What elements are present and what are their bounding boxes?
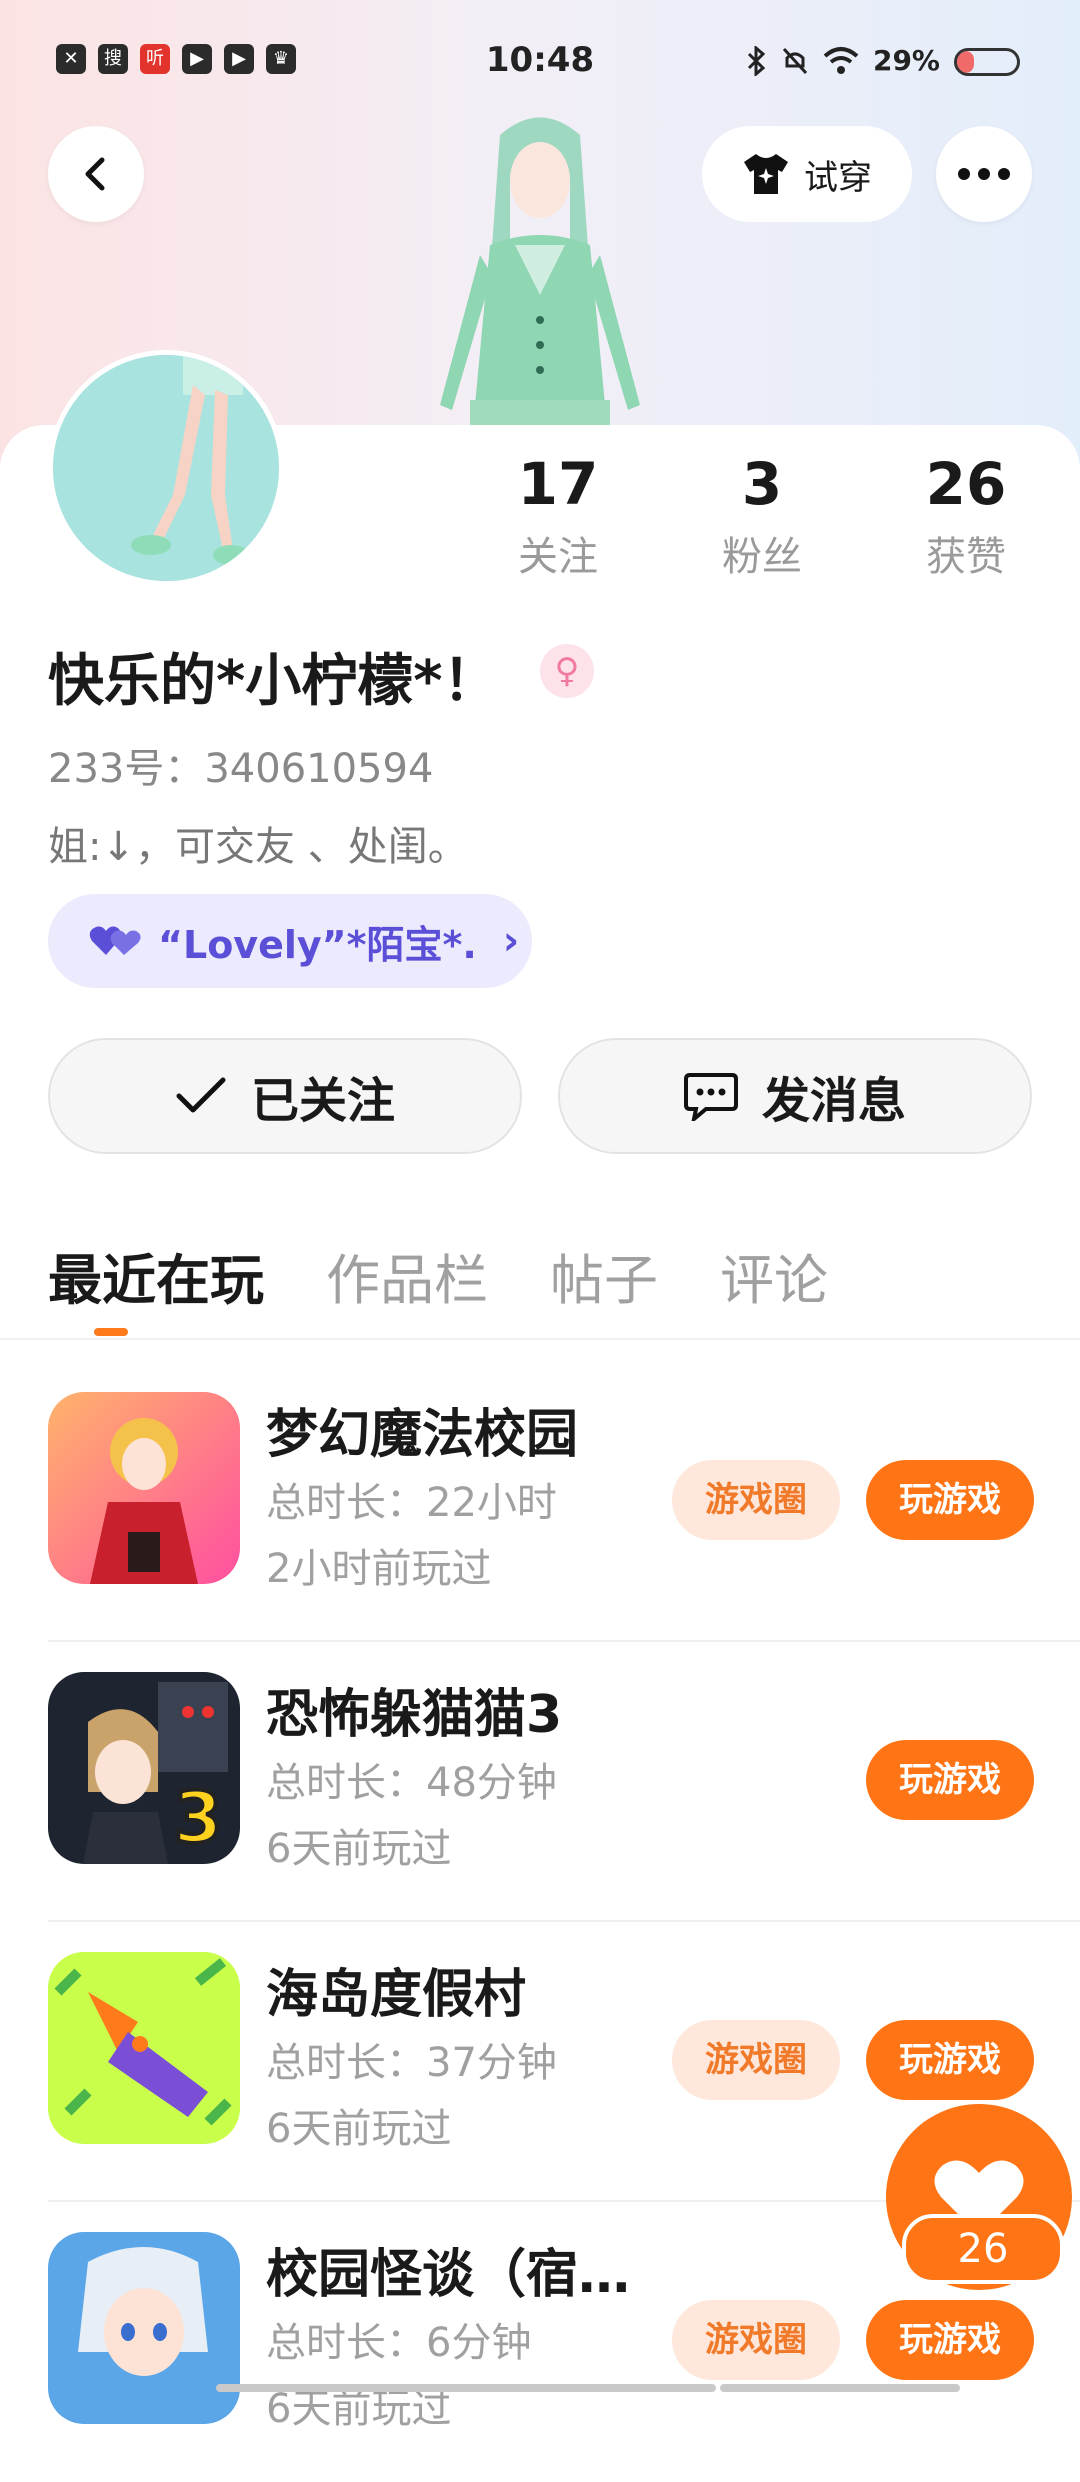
message-button[interactable]: 发消息 xyxy=(558,1038,1032,1154)
user-id: 233号：340610594 xyxy=(48,746,434,792)
try-on-label: 试穿 xyxy=(804,157,872,198)
following-button[interactable]: 已关注 xyxy=(48,1038,522,1154)
game-circle-button[interactable]: 游戏圈 xyxy=(672,2020,840,2100)
game-duration: 总时长：22小时 xyxy=(266,1480,557,1526)
game-icon xyxy=(48,1952,240,2144)
stat-following-label: 关注 xyxy=(518,534,598,580)
scroll-indicator xyxy=(216,2384,716,2392)
message-label: 发消息 xyxy=(761,1073,906,1129)
play-game-button[interactable]: 玩游戏 xyxy=(866,1460,1034,1540)
stat-following-count: 17 xyxy=(517,450,599,518)
battery-percent: 29% xyxy=(872,44,940,77)
tab-comments[interactable]: 评论 xyxy=(720,1236,828,1315)
more-button[interactable] xyxy=(936,126,1032,222)
chevron-left-icon xyxy=(85,157,105,191)
bio-text: 姐:↓，可交友 、处闺。 xyxy=(48,824,468,870)
play-game-button[interactable]: 玩游戏 xyxy=(866,2020,1034,2100)
game-icon: 3 xyxy=(48,1672,240,1864)
status-bar: ✕ 搜 听 ▶ ▶ ♛ 10:48 29% xyxy=(0,40,1080,84)
stat-likes[interactable]: 26 获赞 xyxy=(886,450,1046,582)
stat-followers[interactable]: 3 粉丝 xyxy=(682,450,842,582)
stat-followers-label: 粉丝 xyxy=(722,534,802,580)
divider xyxy=(0,1338,1080,1340)
try-on-button[interactable]: 试穿 xyxy=(702,126,912,222)
battery-icon xyxy=(954,48,1020,76)
game-icon xyxy=(48,1392,240,1584)
more-dots-icon xyxy=(958,168,1010,180)
profile-tabs: 最近在玩 作品栏 帖子 评论 xyxy=(48,1236,828,1315)
username: 快乐的*小柠檬*！ xyxy=(48,649,499,714)
play-game-button[interactable]: 玩游戏 xyxy=(866,1740,1034,1820)
stat-following[interactable]: 17 关注 xyxy=(478,450,638,582)
game-last-played: 6天前玩过 xyxy=(266,1826,452,1872)
group-name: “Lovely”*陌宝*. xyxy=(158,922,477,967)
game-name: 恐怖躲猫猫3 xyxy=(266,1685,563,1745)
scroll-indicator xyxy=(720,2384,960,2392)
chat-bubble-icon xyxy=(683,1073,738,1121)
bluetooth-icon xyxy=(747,45,766,76)
group-badge[interactable]: “Lovely”*陌宝*. › xyxy=(48,894,532,988)
battery-level xyxy=(957,51,975,73)
tab-recently-played[interactable]: 最近在玩 xyxy=(48,1236,264,1315)
avatar-character-illustration xyxy=(440,117,640,470)
status-right-group: 29% xyxy=(745,44,940,77)
chevron-right-icon: › xyxy=(502,918,520,964)
stat-likes-count: 26 xyxy=(925,450,1007,518)
shirt-icon xyxy=(744,154,788,194)
game-duration: 总时长：48分钟 xyxy=(266,1760,557,1806)
tab-works[interactable]: 作品栏 xyxy=(326,1236,488,1315)
avatar-image xyxy=(53,355,279,581)
checkmark-icon xyxy=(176,1077,226,1113)
stat-followers-count: 3 xyxy=(741,450,783,518)
game-last-played: 2小时前玩过 xyxy=(266,1546,492,1592)
game-name: 海岛度假村 xyxy=(266,1965,527,2025)
female-icon: ♀ xyxy=(540,644,594,698)
hearts-icon xyxy=(89,926,141,955)
avatar[interactable] xyxy=(48,350,284,586)
game-duration: 总时长：6分钟 xyxy=(266,2320,532,2366)
game-circle-button[interactable]: 游戏圈 xyxy=(672,1460,840,1540)
game-icon xyxy=(48,2232,240,2424)
game-name: 校园怪谈（宿… xyxy=(266,2245,626,2305)
tab-active-indicator xyxy=(94,1328,128,1336)
tab-posts[interactable]: 帖子 xyxy=(550,1236,658,1315)
play-game-button[interactable]: 玩游戏 xyxy=(866,2300,1034,2380)
following-label: 已关注 xyxy=(250,1073,395,1129)
game-name: 梦幻魔法校园 xyxy=(266,1405,579,1465)
mute-icon xyxy=(782,47,808,74)
like-count: 26 xyxy=(902,2214,1064,2284)
game-duration: 总时长：37分钟 xyxy=(266,2040,557,2086)
back-button[interactable] xyxy=(48,126,144,222)
svg-text:3: 3 xyxy=(174,1777,223,1859)
list-item[interactable]: 3 恐怖躲猫猫3 总时长：48分钟 6天前玩过 玩游戏 xyxy=(48,1642,1080,1922)
game-last-played: 6天前玩过 xyxy=(266,2106,452,2152)
wifi-icon xyxy=(823,46,859,74)
list-item[interactable]: 梦幻魔法校园 总时长：22小时 2小时前玩过 游戏圈 玩游戏 xyxy=(48,1362,1080,1642)
game-circle-button[interactable]: 游戏圈 xyxy=(672,2300,840,2380)
stat-likes-label: 获赞 xyxy=(926,534,1006,580)
